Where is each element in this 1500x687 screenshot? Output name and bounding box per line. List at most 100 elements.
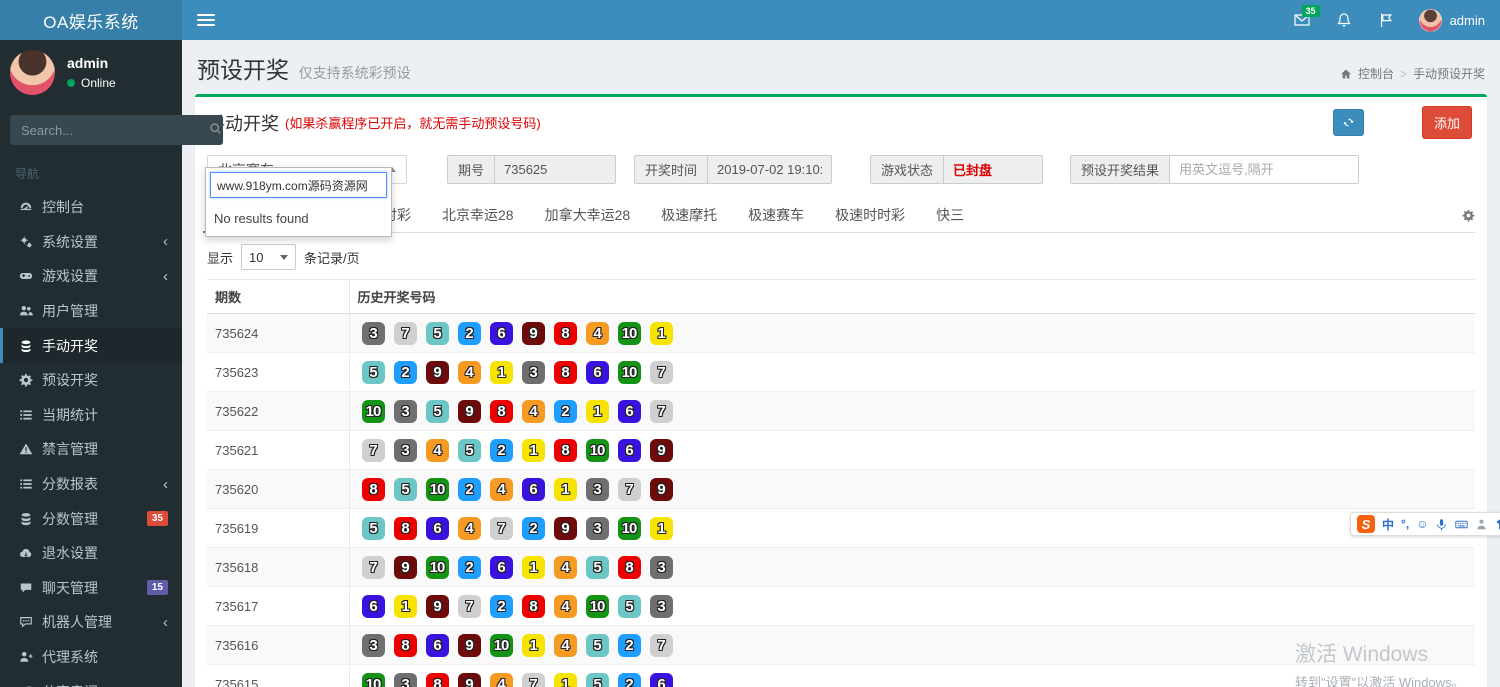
sidebar-item-label: 分数管理	[42, 510, 98, 527]
lottery-ball-1: 1	[521, 633, 545, 657]
dropdown-search-input[interactable]	[210, 172, 387, 198]
chevron-left-icon: ‹	[163, 613, 168, 631]
table-settings-gear-icon[interactable]	[1462, 209, 1475, 232]
lottery-ball-2: 2	[489, 594, 513, 618]
ime-keyboard-icon[interactable]	[1455, 518, 1469, 531]
lottery-ball-3: 3	[585, 477, 609, 501]
lottery-ball-1: 1	[649, 321, 673, 345]
game-status-label: 游戏状态	[870, 155, 944, 184]
list-icon	[18, 477, 33, 492]
coins-icon	[18, 338, 33, 353]
lottery-ball-7: 7	[649, 399, 673, 423]
sidebar-item-preset-draw[interactable]: 预设开奖	[0, 363, 182, 398]
sidebar-item-game-settings[interactable]: 游戏设置 ‹	[0, 259, 182, 294]
gamepad-icon	[18, 269, 33, 284]
sidebar-badge: 15	[146, 580, 168, 596]
lottery-ball-10: 10	[617, 360, 641, 384]
refresh-button[interactable]	[1332, 109, 1364, 136]
preset-result-input[interactable]	[1169, 155, 1360, 184]
lottery-ball-2: 2	[553, 399, 577, 423]
period-cell: 735621	[207, 430, 350, 470]
sidebar-item-manual-draw[interactable]: 手动开奖	[0, 328, 182, 363]
game-tab-4[interactable]: 极速赛车	[746, 198, 806, 232]
sidebar-item-label: 分享房间	[42, 682, 98, 687]
lottery-ball-2: 2	[457, 321, 481, 345]
sidebar-item-dashboard[interactable]: 控制台	[0, 190, 182, 225]
sidebar-item-score-management[interactable]: 分数管理 35	[0, 501, 182, 536]
lottery-ball-1: 1	[393, 594, 417, 618]
sidebar-item-current-stats[interactable]: 当期统计	[0, 398, 182, 433]
lottery-ball-3: 3	[649, 555, 673, 579]
chevron-left-icon: ‹	[163, 475, 168, 493]
lottery-ball-3: 3	[521, 360, 545, 384]
flag-icon[interactable]	[1377, 11, 1395, 29]
ime-logo-icon[interactable]: S	[1357, 515, 1375, 533]
game-select-dropdown: No results found	[205, 167, 392, 237]
ime-skin-icon[interactable]	[1475, 518, 1488, 531]
messages-icon[interactable]: 35	[1293, 5, 1320, 29]
navbar-user-menu[interactable]: admin	[1418, 8, 1485, 32]
sidebar-user-panel: admin Online	[0, 40, 182, 105]
game-tab-1[interactable]: 北京幸运28	[440, 198, 516, 232]
history-row-735618: 735618 7 9 10 2 6 1 4 5 8 3	[207, 547, 1475, 587]
lottery-ball-5: 5	[617, 594, 641, 618]
issue-input[interactable]	[494, 155, 617, 184]
lottery-ball-5: 5	[585, 555, 609, 579]
preset-result-label: 预设开奖结果	[1070, 155, 1170, 184]
lottery-ball-4: 4	[585, 321, 609, 345]
comment-icon	[18, 615, 33, 630]
sidebar-item-label: 禁言管理	[42, 441, 98, 458]
lottery-ball-4: 4	[521, 399, 545, 423]
ime-emoji-icon[interactable]: ☺	[1416, 517, 1428, 531]
sidebar-item-chat-management[interactable]: 聊天管理 15	[0, 571, 182, 606]
sidebar-item-robot-management[interactable]: 机器人管理 ‹	[0, 605, 182, 640]
sidebar-item-user-management[interactable]: 用户管理	[0, 294, 182, 329]
lottery-ball-7: 7	[361, 555, 385, 579]
breadcrumb-home[interactable]: 控制台	[1358, 65, 1394, 82]
sidebar-item-mute-management[interactable]: 禁言管理	[0, 432, 182, 467]
app-logo[interactable]: OA娱乐系统	[0, 0, 182, 40]
sidebar-search-input[interactable]	[10, 115, 208, 145]
page-size-prefix: 显示	[207, 250, 234, 266]
lottery-ball-3: 3	[361, 321, 385, 345]
lottery-ball-3: 3	[393, 672, 417, 687]
game-status-input[interactable]	[943, 155, 1044, 184]
game-tab-6[interactable]: 快三	[934, 198, 966, 232]
column-header-period[interactable]: 期数	[207, 279, 350, 314]
cloud-icon	[18, 546, 33, 561]
game-tab-3[interactable]: 极速摩托	[659, 198, 719, 232]
history-row-735617: 735617 6 1 9 7 2 8 4 10 5 3	[207, 586, 1475, 626]
lottery-ball-2: 2	[617, 633, 641, 657]
page-size-row: 显示 10 条记录/页	[195, 233, 1487, 279]
sidebar-toggle-icon[interactable]	[197, 11, 215, 29]
ime-mode-toggle[interactable]: 中	[1382, 516, 1394, 533]
sidebar-item-system-settings[interactable]: 系统设置 ‹	[0, 225, 182, 260]
warning-icon	[18, 442, 33, 457]
gears-icon	[18, 234, 33, 249]
lottery-ball-3: 3	[585, 516, 609, 540]
page-size-select[interactable]: 10	[241, 244, 297, 270]
history-row-735621: 735621 7 3 4 5 2 1 8 10 6 9	[207, 430, 1475, 470]
sidebar-item-rebate-settings[interactable]: 退水设置	[0, 536, 182, 571]
page-subtitle: 仅支持系统彩预设	[298, 65, 411, 81]
game-tab-2[interactable]: 加拿大幸运28	[543, 198, 633, 232]
history-row-735615: 735615 10 3 8 9 4 7 1 5 2 6	[207, 664, 1475, 687]
sidebar-badge: 35	[146, 511, 168, 527]
add-button[interactable]: 添加	[1421, 106, 1472, 139]
lottery-ball-4: 4	[489, 477, 513, 501]
sidebar-search-button[interactable]	[208, 115, 223, 145]
sidebar-item-score-report[interactable]: 分数报表 ‹	[0, 467, 182, 502]
ime-microphone-icon[interactable]	[1435, 518, 1448, 531]
lottery-ball-9: 9	[649, 477, 673, 501]
sidebar-item-label: 机器人管理	[42, 614, 112, 631]
sidebar-item-label: 分数报表	[42, 476, 98, 493]
draw-time-input[interactable]	[707, 155, 833, 184]
sidebar-item-share-room[interactable]: 分享房间	[0, 674, 182, 687]
notifications-bell-icon[interactable]	[1335, 11, 1353, 29]
game-tab-5[interactable]: 极速时时彩	[833, 198, 907, 232]
ime-shirt-icon[interactable]	[1495, 518, 1500, 531]
sidebar-item-agent-system[interactable]: 代理系统	[0, 640, 182, 675]
ime-punctuation-toggle[interactable]: °,	[1401, 517, 1409, 531]
lottery-ball-5: 5	[585, 633, 609, 657]
history-row-735624: 735624 3 7 5 2 6 9 8 4 10 1	[207, 313, 1475, 353]
